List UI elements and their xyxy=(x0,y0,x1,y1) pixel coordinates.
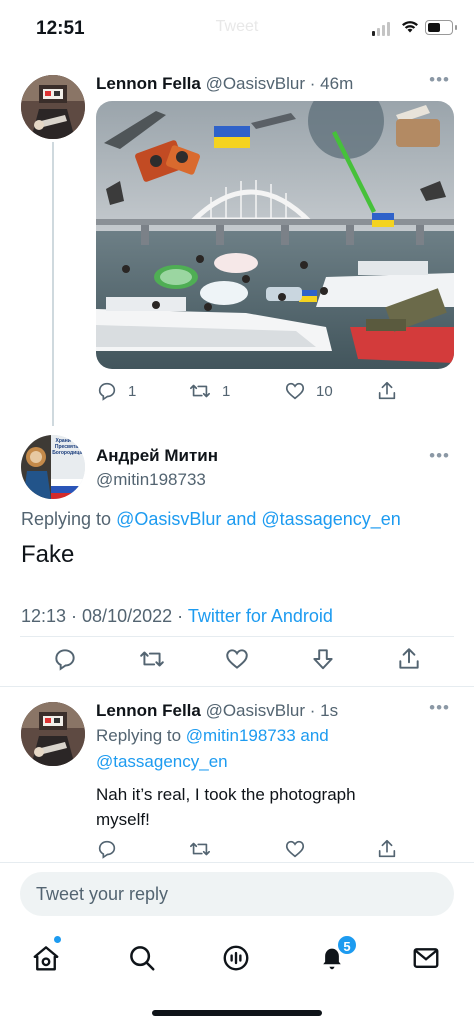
tweet-image-graphic xyxy=(96,101,454,369)
tab-messages[interactable] xyxy=(406,938,446,978)
retweet-icon xyxy=(190,842,210,856)
share-icon xyxy=(378,839,396,858)
share-button[interactable] xyxy=(376,838,398,860)
retweet-button[interactable] xyxy=(188,838,284,860)
display-name[interactable]: Андрей Митин xyxy=(96,446,218,465)
thread-line xyxy=(52,142,54,426)
tab-spaces[interactable] xyxy=(216,938,256,978)
share-icon xyxy=(378,381,396,400)
tweet-text-line: Nah it’s real, I took the photograph xyxy=(96,785,356,804)
reply-input[interactable]: Tweet your reply xyxy=(20,872,454,916)
tweet-text: Fake xyxy=(21,541,75,568)
more-options-icon[interactable]: ••• xyxy=(429,446,450,466)
wifi-icon xyxy=(402,21,418,33)
battery-icon xyxy=(425,20,457,35)
downvote-button[interactable] xyxy=(310,646,396,672)
like-button[interactable]: 10 xyxy=(284,380,376,402)
avatar[interactable] xyxy=(21,75,85,139)
display-name[interactable]: Lennon Fella xyxy=(96,701,201,720)
tweet-age: 1s xyxy=(320,701,339,720)
share-icon xyxy=(399,648,419,669)
reply-icon xyxy=(55,649,75,671)
reply-icon xyxy=(98,840,116,859)
reply-icon xyxy=(98,382,116,401)
handle[interactable]: @mitin198733 xyxy=(96,470,206,490)
display-name[interactable]: Lennon Fella xyxy=(96,74,201,93)
retweet-button[interactable] xyxy=(138,646,224,672)
new-content-dot xyxy=(54,936,61,943)
avatar-caption: Храни бог Пресвятая Богородица! xyxy=(52,438,84,456)
signal-icon xyxy=(372,22,390,36)
tweet-header: Lennon Fella @OasisvBlur · 1s xyxy=(96,701,339,720)
heart-icon xyxy=(285,382,305,400)
mention-link[interactable]: @mitin198733 and xyxy=(186,726,329,745)
reply-button[interactable] xyxy=(96,838,188,860)
status-bar: Tweet 12:51 xyxy=(0,0,474,56)
tweet-text-line: myself! xyxy=(96,810,150,829)
mention-link[interactable]: @tassagency_en xyxy=(96,752,228,772)
retweet-count: 1 xyxy=(222,382,231,400)
downvote-icon xyxy=(313,649,333,670)
replying-to: Replying to @OasisvBlur and @tassagency_… xyxy=(21,509,401,529)
reply-count: 1 xyxy=(128,382,137,400)
search-icon xyxy=(130,946,155,971)
divider xyxy=(0,862,474,863)
mail-icon xyxy=(413,948,439,968)
tweet-image[interactable] xyxy=(96,101,454,369)
source-link[interactable]: Twitter for Android xyxy=(188,606,333,626)
retweet-icon xyxy=(140,651,164,667)
reply-button[interactable] xyxy=(52,646,138,672)
avatar[interactable] xyxy=(21,702,85,766)
tab-home[interactable] xyxy=(26,938,66,978)
tweet-actions xyxy=(96,838,398,860)
replying-to: Replying to @mitin198733 and xyxy=(96,726,329,745)
like-count: 10 xyxy=(316,382,333,400)
handle[interactable]: @OasisvBlur xyxy=(206,701,305,720)
mention-link[interactable]: @OasisvBlur and @tassagency_en xyxy=(116,509,401,529)
share-button[interactable] xyxy=(396,646,422,672)
tweet-header: Lennon Fella @OasisvBlur · 46m xyxy=(96,74,354,93)
handle[interactable]: @OasisvBlur xyxy=(206,74,305,93)
notifications-badge: 5 xyxy=(336,934,358,956)
like-button[interactable] xyxy=(284,838,376,860)
home-icon xyxy=(33,946,59,971)
heart-icon xyxy=(226,649,248,669)
heart-icon xyxy=(285,840,305,858)
timestamp: 12:13 · 08/10/2022 · xyxy=(21,606,184,626)
tweet-header: Андрей Митин xyxy=(96,446,218,466)
more-options-icon[interactable]: ••• xyxy=(429,70,450,90)
reply-button[interactable]: 1 xyxy=(96,380,188,402)
more-options-icon[interactable]: ••• xyxy=(429,698,450,718)
tweet-actions: 1 1 10 xyxy=(96,380,398,402)
like-button[interactable] xyxy=(224,646,310,672)
spaces-icon xyxy=(223,945,249,971)
tweet-age: 46m xyxy=(320,74,354,93)
divider xyxy=(20,636,454,637)
share-button[interactable] xyxy=(376,380,398,402)
status-time: 12:51 xyxy=(36,18,85,39)
home-indicator[interactable] xyxy=(152,1010,322,1016)
tab-bar xyxy=(0,930,474,990)
avatar[interactable]: Храни бог Пресвятая Богородица! xyxy=(21,435,85,499)
divider xyxy=(0,686,474,687)
tab-search[interactable] xyxy=(122,938,162,978)
tweet-meta: 12:13 · 08/10/2022 · Twitter for Android xyxy=(21,606,333,627)
retweet-button[interactable]: 1 xyxy=(188,380,284,402)
reply-placeholder: Tweet your reply xyxy=(36,884,169,904)
retweet-icon xyxy=(190,384,210,398)
tweet-actions xyxy=(52,646,422,672)
